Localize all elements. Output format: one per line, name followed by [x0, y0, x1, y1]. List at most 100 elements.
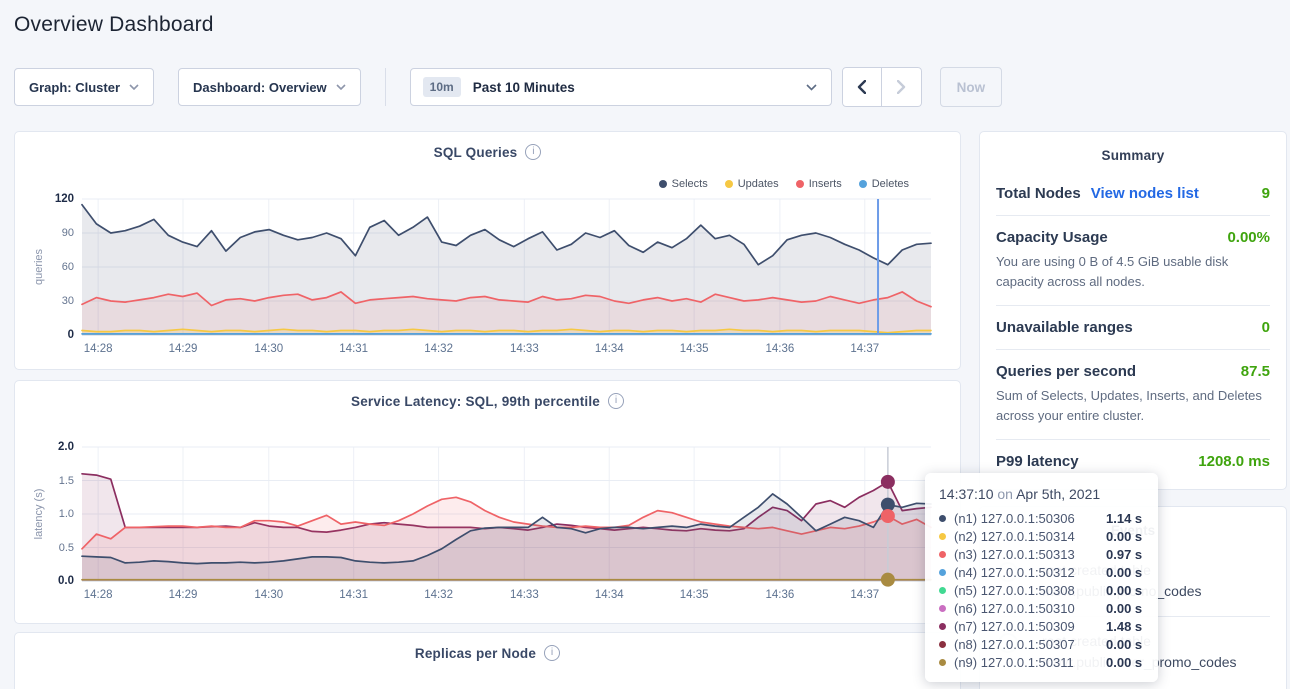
dashboard-dropdown-label: Dashboard: Overview	[193, 80, 327, 95]
x-tick-label: 14:30	[254, 343, 283, 355]
toolbar: Graph: Cluster Dashboard: Overview 10m P…	[14, 68, 1002, 106]
x-tick-label: 14:28	[84, 343, 113, 355]
y-tick-label: 60	[22, 261, 74, 273]
toolbar-divider	[385, 68, 386, 106]
tooltip-row: (n3) 127.0.0.1:503130.97 s	[939, 545, 1144, 563]
node-color-dot-icon	[939, 623, 946, 630]
summary-row-value: 9	[1262, 185, 1270, 202]
summary-divider	[996, 439, 1270, 440]
service-latency-plot[interactable]	[82, 447, 931, 581]
x-tick-label: 14:36	[765, 589, 794, 601]
service-latency-card: Service Latency: SQL, 99th percentile i …	[14, 380, 961, 624]
tooltip-timestamp: 14:37:10 on Apr 5th, 2021	[939, 486, 1144, 502]
x-tick-label: 14:33	[510, 589, 539, 601]
tooltip-node-value: 1.48 s	[1106, 619, 1142, 634]
summary-row-label: Total Nodes	[996, 185, 1081, 202]
dashboard-dropdown[interactable]: Dashboard: Overview	[178, 68, 361, 106]
tooltip-row: (n4) 127.0.0.1:503120.00 s	[939, 563, 1144, 581]
tooltip-row: (n9) 127.0.0.1:503110.00 s	[939, 653, 1144, 671]
summary-divider	[996, 349, 1270, 350]
x-tick-label: 14:29	[169, 343, 198, 355]
y-tick-label: 1.5	[22, 475, 74, 487]
tooltip-row: (n5) 127.0.0.1:503080.00 s	[939, 581, 1144, 599]
tooltip-node-value: 0.00 s	[1106, 601, 1142, 616]
tooltip-node-value: 0.00 s	[1106, 565, 1142, 580]
summary-row-line: P99 latency1208.0 ms	[996, 453, 1270, 470]
legend-item-updates[interactable]: Updates	[725, 178, 779, 190]
tooltip-node-value: 0.00 s	[1106, 583, 1142, 598]
time-range-picker[interactable]: 10m Past 10 Minutes	[410, 68, 832, 106]
chevron-down-icon	[336, 84, 346, 90]
y-tick-label: 0.5	[22, 542, 74, 554]
chevron-down-icon	[129, 84, 139, 90]
time-nav-group	[842, 67, 922, 107]
x-tick-label: 14:33	[510, 343, 539, 355]
time-range-label: Past 10 Minutes	[473, 80, 575, 95]
summary-row-line: Total Nodes View nodes list 9	[996, 185, 1270, 202]
x-tick-label: 14:32	[424, 589, 453, 601]
chart-hover-tooltip: 14:37:10 on Apr 5th, 2021 (n1) 127.0.0.1…	[925, 473, 1158, 682]
tooltip-node-value: 0.97 s	[1106, 547, 1142, 562]
replicas-per-node-title: Replicas per Node	[415, 646, 536, 661]
tooltip-row: (n8) 127.0.0.1:503070.00 s	[939, 635, 1144, 653]
summary-row-label: Capacity Usage	[996, 229, 1108, 246]
tooltip-node-value: 0.00 s	[1106, 655, 1142, 670]
summary-row: Queries per second87.5Sum of Selects, Up…	[996, 363, 1270, 426]
node-color-dot-icon	[939, 533, 946, 540]
x-tick-label: 14:31	[339, 589, 368, 601]
node-color-dot-icon	[939, 515, 946, 522]
replicas-per-node-card: Replicas per Node i	[14, 632, 961, 689]
now-button-disabled[interactable]: Now	[940, 67, 1003, 107]
legend-label: Deletes	[872, 178, 909, 190]
x-tick-label: 14:37	[850, 343, 879, 355]
time-prev-button[interactable]	[842, 67, 882, 107]
summary-row-value: 0	[1262, 319, 1270, 336]
x-tick-label: 14:35	[680, 589, 709, 601]
chart-sql-svg	[82, 199, 931, 335]
x-tick-label: 14:32	[424, 343, 453, 355]
legend-item-deletes[interactable]: Deletes	[859, 178, 909, 190]
info-icon[interactable]: i	[608, 393, 624, 409]
tooltip-node-label: (n1) 127.0.0.1:50306	[954, 511, 1106, 526]
x-tick-label: 14:31	[339, 343, 368, 355]
legend-label: Updates	[738, 178, 779, 190]
legend-item-inserts[interactable]: Inserts	[796, 178, 842, 190]
info-icon[interactable]: i	[525, 144, 541, 160]
tooltip-row: (n6) 127.0.0.1:503100.00 s	[939, 599, 1144, 617]
graph-dropdown-label: Graph: Cluster	[29, 80, 120, 95]
chevron-down-icon	[806, 84, 817, 91]
summary-row-value: 0.00%	[1227, 229, 1270, 246]
y-tick-label: 90	[22, 227, 74, 239]
x-tick-label: 14:36	[765, 343, 794, 355]
sql-queries-legend: Selects Updates Inserts Deletes	[659, 178, 909, 190]
x-tick-label: 14:28	[84, 589, 113, 601]
legend-label: Selects	[672, 178, 708, 190]
summary-row: P99 latency1208.0 ms	[996, 453, 1270, 470]
node-color-dot-icon	[939, 605, 946, 612]
legend-dot-icon	[725, 180, 733, 188]
summary-row-description: You are using 0 B of 4.5 GiB usable disk…	[996, 252, 1270, 292]
node-color-dot-icon	[939, 641, 946, 648]
view-nodes-list-link[interactable]: View nodes list	[1091, 185, 1199, 202]
x-tick-label: 14:34	[595, 589, 624, 601]
node-color-dot-icon	[939, 659, 946, 666]
y-tick-label: 30	[22, 295, 74, 307]
info-icon[interactable]: i	[544, 645, 560, 661]
legend-dot-icon	[796, 180, 804, 188]
time-range-badge: 10m	[423, 77, 461, 97]
sql-queries-card: SQL Queries i SelectsUpdatesInsertsDelet…	[14, 131, 961, 370]
graph-dropdown[interactable]: Graph: Cluster	[14, 68, 154, 106]
x-tick-label: 14:35	[680, 343, 709, 355]
legend-item-selects[interactable]: Selects	[659, 178, 708, 190]
tooltip-node-label: (n9) 127.0.0.1:50311	[954, 655, 1106, 670]
sql-queries-plot[interactable]	[82, 199, 931, 335]
y-tick-label: 0	[22, 329, 74, 341]
summary-row-line: Capacity Usage 0.00%	[996, 229, 1270, 246]
node-color-dot-icon	[939, 551, 946, 558]
summary-row-label: Queries per second	[996, 363, 1136, 380]
x-tick-label: 14:30	[254, 589, 283, 601]
time-next-button-disabled[interactable]	[882, 67, 922, 107]
service-latency-title: Service Latency: SQL, 99th percentile	[351, 394, 600, 409]
tooltip-node-label: (n5) 127.0.0.1:50308	[954, 583, 1106, 598]
summary-row-value: 1208.0 ms	[1198, 453, 1270, 470]
